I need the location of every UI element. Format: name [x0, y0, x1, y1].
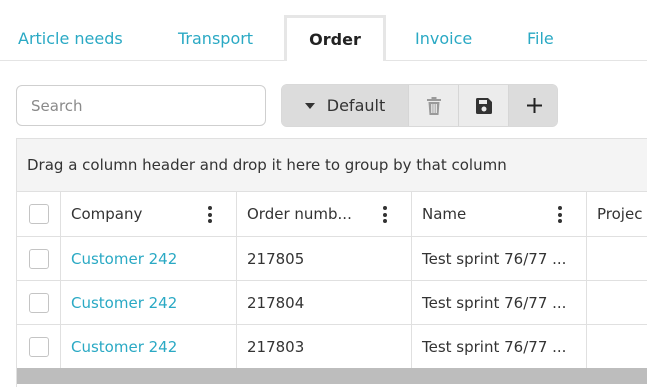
column-header-label: Projec: [597, 205, 643, 223]
row-checkbox[interactable]: [28, 292, 49, 313]
add-view-button[interactable]: [508, 85, 557, 126]
select-all-checkbox[interactable]: [29, 204, 49, 224]
data-grid: Drag a column header and drop it here to…: [16, 138, 647, 387]
row-select-cell: [17, 325, 61, 368]
project-cell: [587, 325, 647, 368]
name-cell: Test sprint 76/77 ...: [412, 281, 587, 324]
company-cell: Customer 242: [61, 281, 237, 324]
table-row[interactable]: Customer 242 217803 Test sprint 76/77 ..…: [17, 325, 647, 369]
company-cell: Customer 242: [61, 237, 237, 280]
column-menu-icon[interactable]: [208, 206, 212, 223]
name-cell: Test sprint 76/77 ...: [412, 237, 587, 280]
order-number-cell: 217803: [237, 325, 412, 368]
table-row[interactable]: Customer 242 217804 Test sprint 76/77 ..…: [17, 281, 647, 325]
column-header-label: Name: [422, 205, 467, 223]
tab-order[interactable]: Order: [284, 15, 386, 61]
column-header-name[interactable]: Name: [412, 192, 587, 237]
header-select-all-cell: [17, 192, 61, 237]
column-header-label: Order numb...: [247, 205, 352, 223]
group-by-panel[interactable]: Drag a column header and drop it here to…: [17, 139, 647, 192]
search-input[interactable]: [16, 85, 266, 126]
row-checkbox[interactable]: [28, 248, 49, 269]
caret-down-icon: [304, 102, 315, 109]
row-select-cell: [17, 281, 61, 324]
company-link[interactable]: Customer 242: [71, 250, 177, 268]
company-link[interactable]: Customer 242: [71, 338, 177, 356]
tab-transport[interactable]: Transport: [178, 0, 253, 60]
row-select-cell: [17, 237, 61, 280]
horizontal-scrollbar[interactable]: [17, 368, 647, 384]
company-link[interactable]: Customer 242: [71, 294, 177, 312]
header-select-all-wrap: [17, 192, 61, 236]
column-menu-icon[interactable]: [383, 206, 387, 223]
table-row[interactable]: Customer 242 217805 Test sprint 76/77 ..…: [17, 237, 647, 281]
column-header-label: Company: [71, 205, 143, 223]
row-checkbox[interactable]: [28, 336, 49, 357]
column-header-project[interactable]: Projec: [587, 192, 647, 237]
save-view-button[interactable]: [458, 85, 508, 126]
company-cell: Customer 242: [61, 325, 237, 368]
column-header-company[interactable]: Company: [61, 192, 237, 237]
floppy-disk-icon: [475, 97, 492, 114]
delete-view-button[interactable]: [408, 85, 458, 126]
tab-bar: Article needs Transport Order Invoice Fi…: [0, 0, 647, 61]
column-header-order-number[interactable]: Order numb...: [237, 192, 412, 237]
view-select-button[interactable]: Default: [282, 85, 408, 126]
tab-invoice[interactable]: Invoice: [415, 0, 472, 60]
plus-icon: [526, 98, 542, 113]
trash-icon: [426, 96, 441, 115]
view-toolbar: Default: [281, 84, 558, 127]
order-number-cell: 217804: [237, 281, 412, 324]
order-number-cell: 217805: [237, 237, 412, 280]
name-cell: Test sprint 76/77 ...: [412, 325, 587, 368]
project-cell: [587, 237, 647, 280]
tab-article-needs[interactable]: Article needs: [18, 0, 123, 60]
tab-file[interactable]: File: [527, 0, 554, 60]
view-select-label: Default: [326, 96, 386, 115]
project-cell: [587, 281, 647, 324]
column-menu-icon[interactable]: [558, 206, 562, 223]
